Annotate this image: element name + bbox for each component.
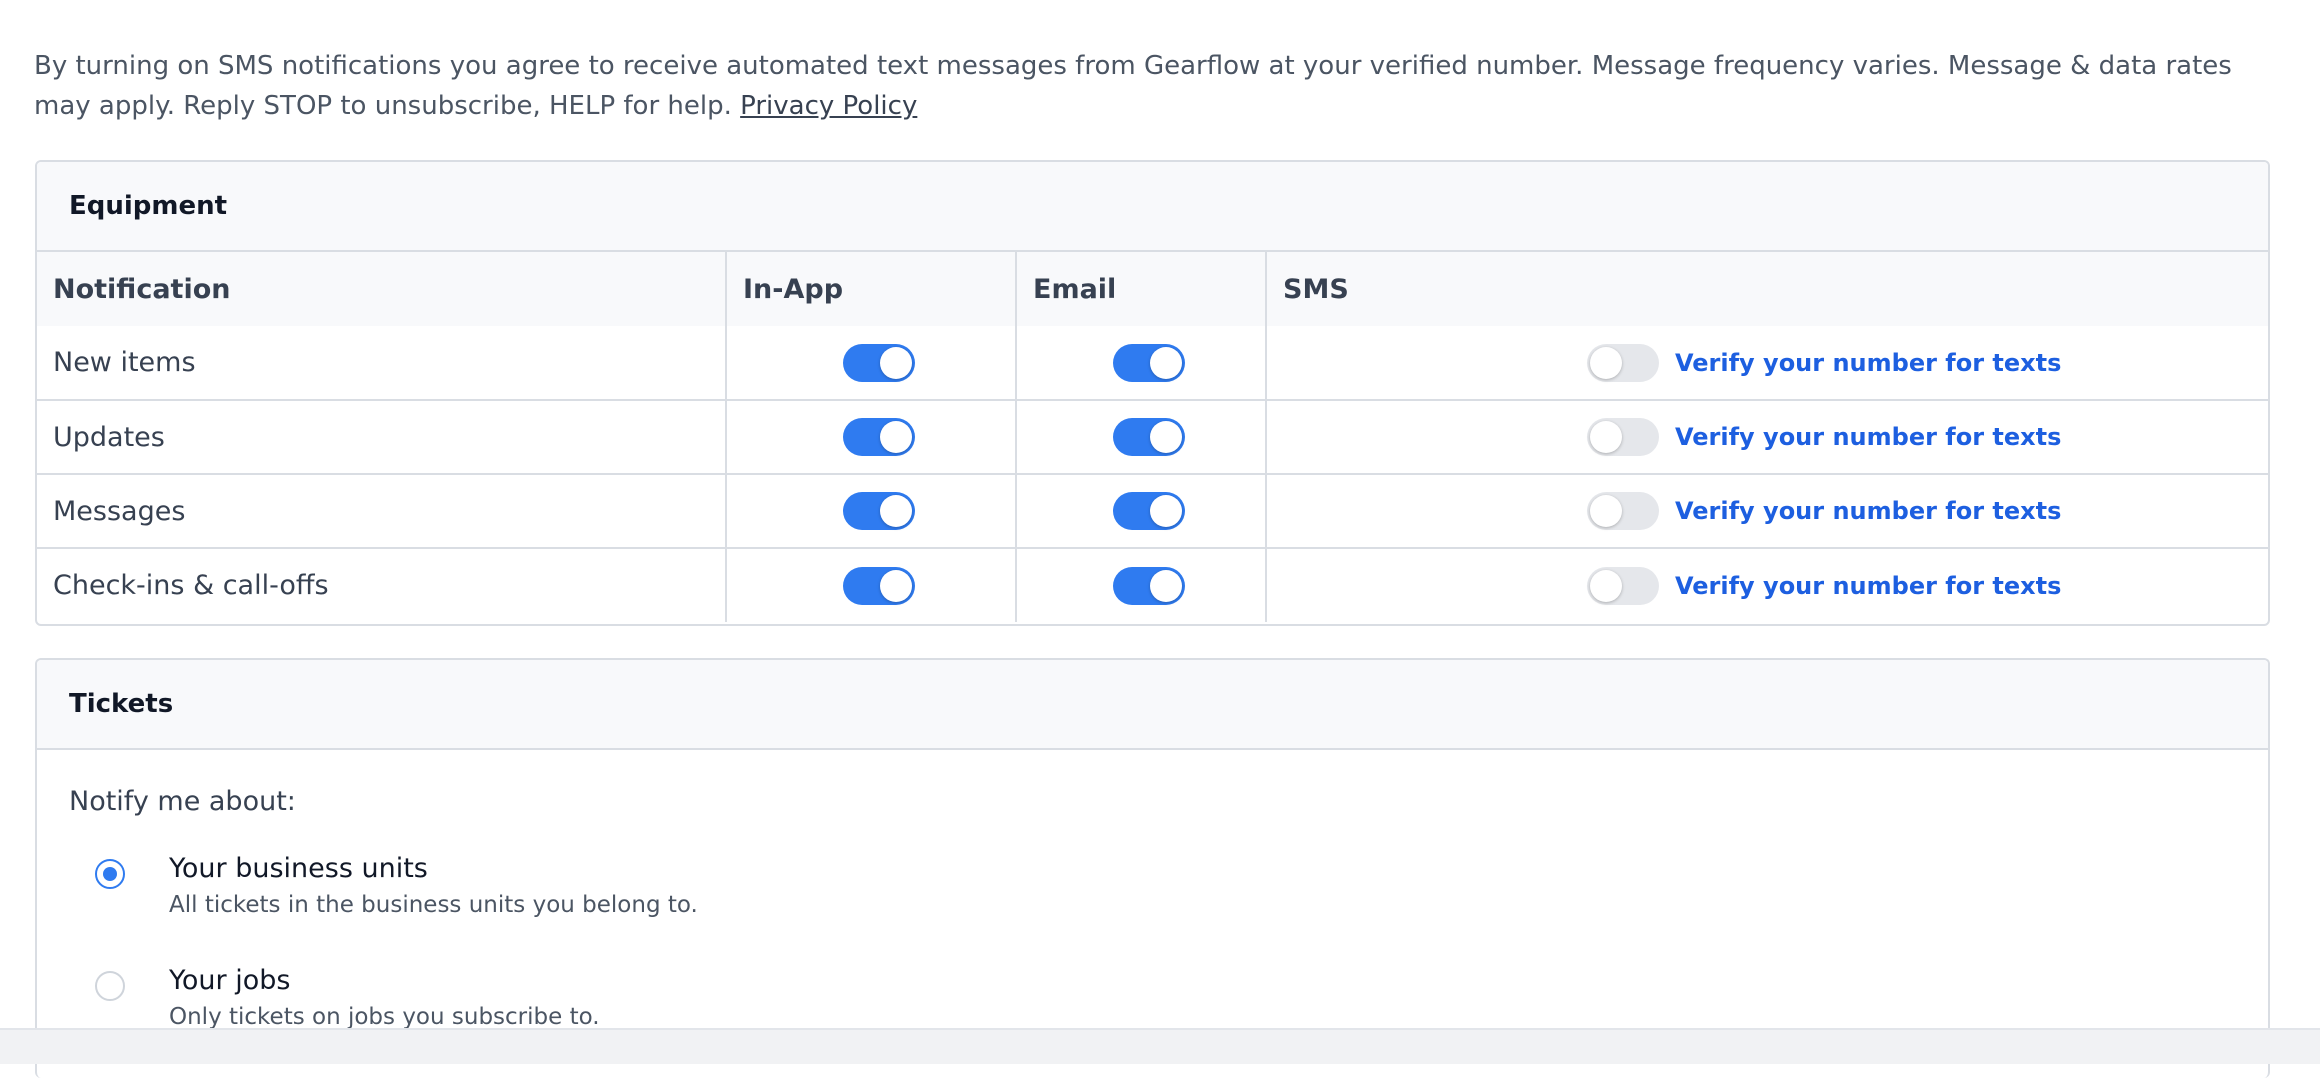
table-header-row: Notification In-App Email SMS	[37, 252, 2268, 326]
sms-toggle	[1587, 418, 1659, 456]
sms-disclaimer-text: By turning on SMS notifications you agre…	[34, 51, 2232, 121]
radio-button[interactable]	[95, 971, 125, 1001]
in-app-toggle[interactable]	[843, 418, 915, 456]
toggle-knob	[880, 421, 912, 453]
equipment-card: Equipment Notification In-App Email SMS …	[35, 160, 2270, 626]
column-header-email: Email	[1015, 252, 1267, 326]
equipment-notification-table: Notification In-App Email SMS New items …	[37, 252, 2268, 622]
sms-toggle	[1587, 566, 1659, 605]
row-label: Check-ins & call-offs	[37, 547, 727, 622]
verify-number-link[interactable]: Verify your number for texts	[1675, 349, 2061, 377]
verify-number-link[interactable]: Verify your number for texts	[1675, 572, 2061, 600]
email-toggle[interactable]	[1113, 343, 1185, 382]
radio-option-description: All tickets in the business units you be…	[169, 892, 698, 918]
toggle-knob	[880, 346, 912, 379]
email-toggle[interactable]	[1113, 418, 1185, 456]
row-label: New items	[37, 326, 727, 401]
column-header-in-app: In-App	[725, 252, 1017, 326]
sms-disclaimer: By turning on SMS notifications you agre…	[34, 46, 2294, 126]
privacy-policy-link[interactable]: Privacy Policy	[740, 91, 917, 121]
notification-settings-page: By turning on SMS notifications you agre…	[0, 0, 2320, 1078]
equipment-card-title: Equipment	[37, 162, 2268, 252]
table-row: New items Verify your number for texts	[37, 326, 2268, 401]
toggle-knob	[880, 569, 912, 602]
radio-option-title: Your jobs	[169, 965, 291, 996]
notify-me-label: Notify me about:	[69, 786, 296, 817]
radio-option-your-jobs[interactable]: Your jobs Only tickets on jobs you subsc…	[95, 963, 2236, 1033]
radio-button[interactable]	[95, 859, 125, 889]
toggle-knob	[1150, 495, 1182, 527]
in-app-toggle[interactable]	[843, 492, 915, 530]
row-label: Messages	[37, 473, 727, 549]
table-row: Updates Verify your number for texts	[37, 399, 2268, 475]
table-row: Messages Verify your number for texts	[37, 473, 2268, 549]
verify-number-link[interactable]: Verify your number for texts	[1675, 423, 2061, 451]
radio-option-title: Your business units	[169, 853, 428, 884]
radio-option-business-units[interactable]: Your business units All tickets in the b…	[95, 851, 2236, 921]
column-header-notification: Notification	[37, 252, 727, 326]
tickets-card: Tickets Notify me about: Your business u…	[35, 658, 2270, 1078]
toggle-knob	[1590, 421, 1622, 453]
tickets-card-body: Notify me about: Your business units All…	[37, 750, 2268, 1033]
toggle-knob	[1590, 569, 1622, 602]
in-app-toggle[interactable]	[843, 343, 915, 382]
tickets-card-title: Tickets	[37, 660, 2268, 750]
toggle-knob	[1590, 495, 1622, 527]
table-row: Check-ins & call-offs Verify your number…	[37, 547, 2268, 622]
email-toggle[interactable]	[1113, 566, 1185, 605]
toggle-knob	[1150, 346, 1182, 379]
toggle-knob	[1590, 346, 1622, 379]
sms-toggle	[1587, 343, 1659, 382]
toggle-knob	[880, 495, 912, 527]
verify-number-link[interactable]: Verify your number for texts	[1675, 497, 2061, 525]
toggle-knob	[1150, 421, 1182, 453]
row-label: Updates	[37, 399, 727, 475]
email-toggle[interactable]	[1113, 492, 1185, 530]
bottom-bar	[0, 1028, 2320, 1064]
column-header-sms: SMS	[1265, 252, 2268, 326]
in-app-toggle[interactable]	[843, 566, 915, 605]
sms-toggle	[1587, 492, 1659, 530]
toggle-knob	[1150, 569, 1182, 602]
